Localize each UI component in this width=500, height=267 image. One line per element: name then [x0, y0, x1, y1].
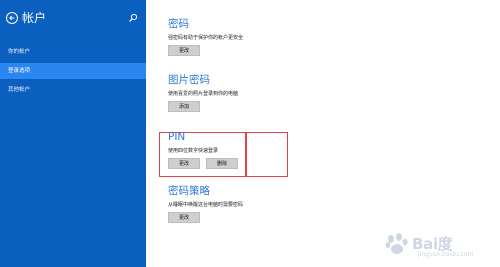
pin-title: PIN	[168, 131, 186, 143]
baidu-watermark: Bai度 jingyan.baidu.com	[384, 229, 494, 261]
picture-password-title: 图片密码	[168, 74, 210, 86]
password-title: 密码	[168, 18, 189, 30]
sidebar-item-label: 其他帐户	[8, 87, 31, 93]
watermark-url: jingyan.baidu.com	[418, 251, 474, 258]
search-icon[interactable]	[128, 13, 138, 23]
change-password-policy-button[interactable]: 更改	[168, 212, 200, 223]
sidebar-item-label: 你的帐户	[8, 49, 31, 55]
sidebar-item-other-accounts[interactable]: 其他帐户	[0, 82, 146, 98]
password-description: 强密码有助于保护你的帐户更安全	[168, 35, 244, 41]
picture-password-section: 图片密码 使用喜爱的照片登录到你的电脑 添加	[168, 74, 238, 113]
change-password-button[interactable]: 更改	[168, 45, 200, 56]
pin-section: PIN 使用四位数字快速登录 更改 删除	[168, 131, 238, 170]
password-policy-section: 密码策略 从睡眠中唤醒这台电脑时需要密码 更改	[168, 185, 243, 224]
picture-password-description: 使用喜爱的照片登录到你的电脑	[168, 91, 239, 97]
sidebar: 帐户 你的帐户 登录选项 其他帐户	[0, 0, 146, 267]
back-button[interactable]	[6, 12, 18, 24]
pin-description: 使用四位数字快速登录	[168, 148, 219, 154]
back-arrow-icon	[9, 15, 15, 21]
main-content: 密码 强密码有助于保护你的帐户更安全 更改 图片密码 使用喜爱的照片登录到你的电…	[146, 0, 500, 267]
password-policy-title: 密码策略	[168, 185, 210, 197]
sidebar-item-your-account[interactable]: 你的帐户	[0, 44, 146, 60]
password-section: 密码 强密码有助于保护你的帐户更安全 更改	[168, 18, 243, 57]
remove-pin-button[interactable]: 删除	[206, 158, 238, 169]
add-picture-password-button[interactable]: 添加	[168, 101, 200, 112]
highlight-box-right	[246, 132, 288, 177]
password-policy-description: 从睡眠中唤醒这台电脑时需要密码	[168, 202, 244, 208]
sidebar-title: 帐户	[22, 11, 47, 25]
sidebar-item-sign-in-options[interactable]: 登录选项	[0, 63, 146, 79]
sidebar-header: 帐户	[0, 10, 146, 32]
sidebar-item-label: 登录选项	[8, 68, 31, 74]
change-pin-button[interactable]: 更改	[168, 158, 200, 169]
baidu-paw-icon	[385, 233, 408, 254]
